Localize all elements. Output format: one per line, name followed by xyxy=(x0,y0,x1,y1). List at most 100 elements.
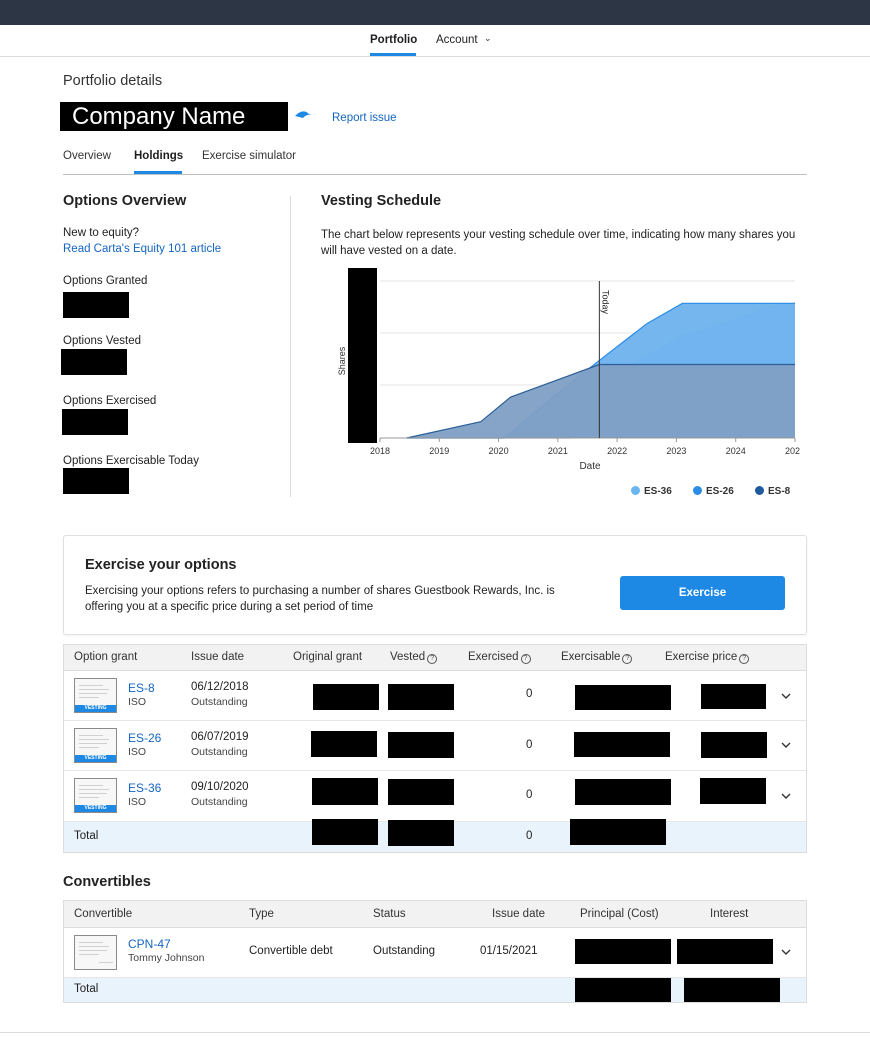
table-row[interactable]: VESTING ES-8 ISO 06/12/2018 Outstanding … xyxy=(64,671,806,721)
certificate-thumbnail[interactable] xyxy=(74,935,117,970)
certificate-thumbnail[interactable]: VESTING xyxy=(74,678,117,713)
grant-type: ISO xyxy=(128,746,147,758)
x-tick-label: 2023 xyxy=(666,446,686,456)
vesting-schedule-title: Vesting Schedule xyxy=(321,193,442,209)
tab-exercise-simulator[interactable]: Exercise simulator xyxy=(202,150,296,162)
tab-overview[interactable]: Overview xyxy=(63,150,111,162)
grant-link[interactable]: ES-8 xyxy=(128,681,155,695)
convertibles-table: Convertible Type Status Issue date Princ… xyxy=(63,900,807,1003)
grant-link[interactable]: ES-26 xyxy=(128,731,161,745)
options-vested-label: Options Vested xyxy=(63,335,141,347)
options-overview-title: Options Overview xyxy=(63,193,187,209)
nav-account[interactable]: Account xyxy=(436,34,478,46)
options-vested-value xyxy=(61,349,127,375)
legend-label-es-36: ES-36 xyxy=(644,486,672,497)
convertible-link[interactable]: CPN-47 xyxy=(128,937,171,951)
help-icon[interactable]: ? xyxy=(739,654,750,664)
original-grant-value xyxy=(312,778,378,805)
col-issue-date: Issue date xyxy=(191,651,245,663)
vesting-tag: VESTING xyxy=(75,755,116,762)
vested-value xyxy=(388,684,454,710)
series-area-es-8 xyxy=(406,364,795,438)
x-tick-label: 2021 xyxy=(548,446,568,456)
col-exercise-price: Exercise price? xyxy=(665,651,750,664)
col-status: Status xyxy=(373,908,406,920)
help-icon[interactable]: ? xyxy=(622,654,633,664)
nav-portfolio[interactable]: Portfolio xyxy=(370,34,417,46)
exercise-card: Exercise your options Exercising your op… xyxy=(63,535,807,635)
interest-value xyxy=(677,939,773,964)
x-tick-label: 2022 xyxy=(607,446,627,456)
issue-date: 09/10/2020 xyxy=(191,781,249,793)
table-row[interactable]: VESTING ES-26 ISO 06/07/2019 Outstanding… xyxy=(64,721,806,771)
convertibles-title: Convertibles xyxy=(63,874,151,890)
exercised-value: 0 xyxy=(526,688,533,700)
original-grant-value xyxy=(313,684,379,710)
col-exercisable: Exercisable? xyxy=(561,651,633,664)
chevron-down-icon[interactable] xyxy=(780,790,792,802)
convertible-type: Convertible debt xyxy=(249,945,333,957)
chevron-down-icon[interactable] xyxy=(780,739,792,751)
col-original-grant: Original grant xyxy=(293,651,363,663)
x-tick-label: 2024 xyxy=(726,446,746,456)
holdings-tabs: Overview Holdings Exercise simulator xyxy=(63,150,807,175)
legend-dot-es-36 xyxy=(631,486,640,495)
option-grants-table: Option grant Issue date Original grant V… xyxy=(63,644,807,853)
exercise-description: Exercising your options refers to purcha… xyxy=(85,585,555,613)
vested-value xyxy=(388,779,454,805)
y-axis-redaction xyxy=(348,268,377,443)
carta-logo-icon xyxy=(295,111,317,118)
report-issue-link[interactable]: Report issue xyxy=(332,112,397,124)
exercise-price-value xyxy=(701,732,767,758)
exercised-value: 0 xyxy=(526,739,533,751)
vesting-schedule-description: The chart below represents your vesting … xyxy=(321,229,796,257)
total-interest xyxy=(684,978,780,1002)
col-exercised-label: Exercised xyxy=(468,651,519,663)
table-row[interactable]: VESTING ES-36 ISO 09/10/2020 Outstanding… xyxy=(64,771,806,822)
grant-status: Outstanding xyxy=(191,746,248,758)
table-header: Convertible Type Status Issue date Princ… xyxy=(64,901,806,928)
tab-holdings[interactable]: Holdings xyxy=(134,150,183,162)
table-total-row: Total xyxy=(64,978,806,1002)
grant-status: Outstanding xyxy=(191,796,248,808)
grant-type: ISO xyxy=(128,796,147,808)
section-divider xyxy=(290,196,291,497)
certificate-thumbnail[interactable]: VESTING xyxy=(74,728,117,763)
total-label: Total xyxy=(74,983,99,995)
col-option-grant: Option grant xyxy=(74,651,138,663)
nav-active-indicator xyxy=(370,53,416,56)
footer-divider xyxy=(0,1032,870,1033)
table-row[interactable]: CPN-47 Tommy Johnson Convertible debt Ou… xyxy=(64,928,806,978)
total-exercised: 0 xyxy=(526,830,533,842)
legend-es-8: ES-8 xyxy=(755,486,790,497)
chevron-down-icon[interactable] xyxy=(780,690,792,702)
exercised-value: 0 xyxy=(526,789,533,801)
help-icon[interactable]: ? xyxy=(520,654,531,664)
x-tick-label: 2018 xyxy=(370,446,390,456)
issue-date: 06/12/2018 xyxy=(191,681,249,693)
x-tick-label: 2020 xyxy=(489,446,509,456)
x-axis-label: Date xyxy=(579,461,601,472)
certificate-thumbnail[interactable]: VESTING xyxy=(74,778,117,813)
chevron-down-icon[interactable] xyxy=(780,946,792,958)
help-icon[interactable]: ? xyxy=(427,654,438,664)
grant-link[interactable]: ES-36 xyxy=(128,781,161,795)
col-type: Type xyxy=(249,908,274,920)
equity-101-link[interactable]: Read Carta's Equity 101 article xyxy=(63,243,221,255)
vesting-chart: Shares Date 2018 2019 2020 2021 2022 2023 2024… xyxy=(337,268,800,472)
top-bar xyxy=(0,0,870,25)
col-principal: Principal (Cost) xyxy=(580,908,659,920)
vesting-tag: VESTING xyxy=(75,805,116,812)
legend-label-es-8: ES-8 xyxy=(768,486,791,497)
col-exercisable-label: Exercisable xyxy=(561,651,621,663)
exercise-button[interactable]: Exercise xyxy=(620,576,785,610)
x-tick-label: 2019 xyxy=(429,446,449,456)
exercise-price-value xyxy=(700,778,766,804)
col-exercise-price-label: Exercise price xyxy=(665,651,738,663)
x-tick-label: 2025 xyxy=(785,446,800,456)
col-convertible: Convertible xyxy=(74,908,133,920)
col-interest: Interest xyxy=(710,908,749,920)
chevron-down-icon[interactable]: ⌄ xyxy=(484,33,492,44)
legend-dot-es-26 xyxy=(693,486,702,495)
vesting-tag: VESTING xyxy=(75,705,116,712)
